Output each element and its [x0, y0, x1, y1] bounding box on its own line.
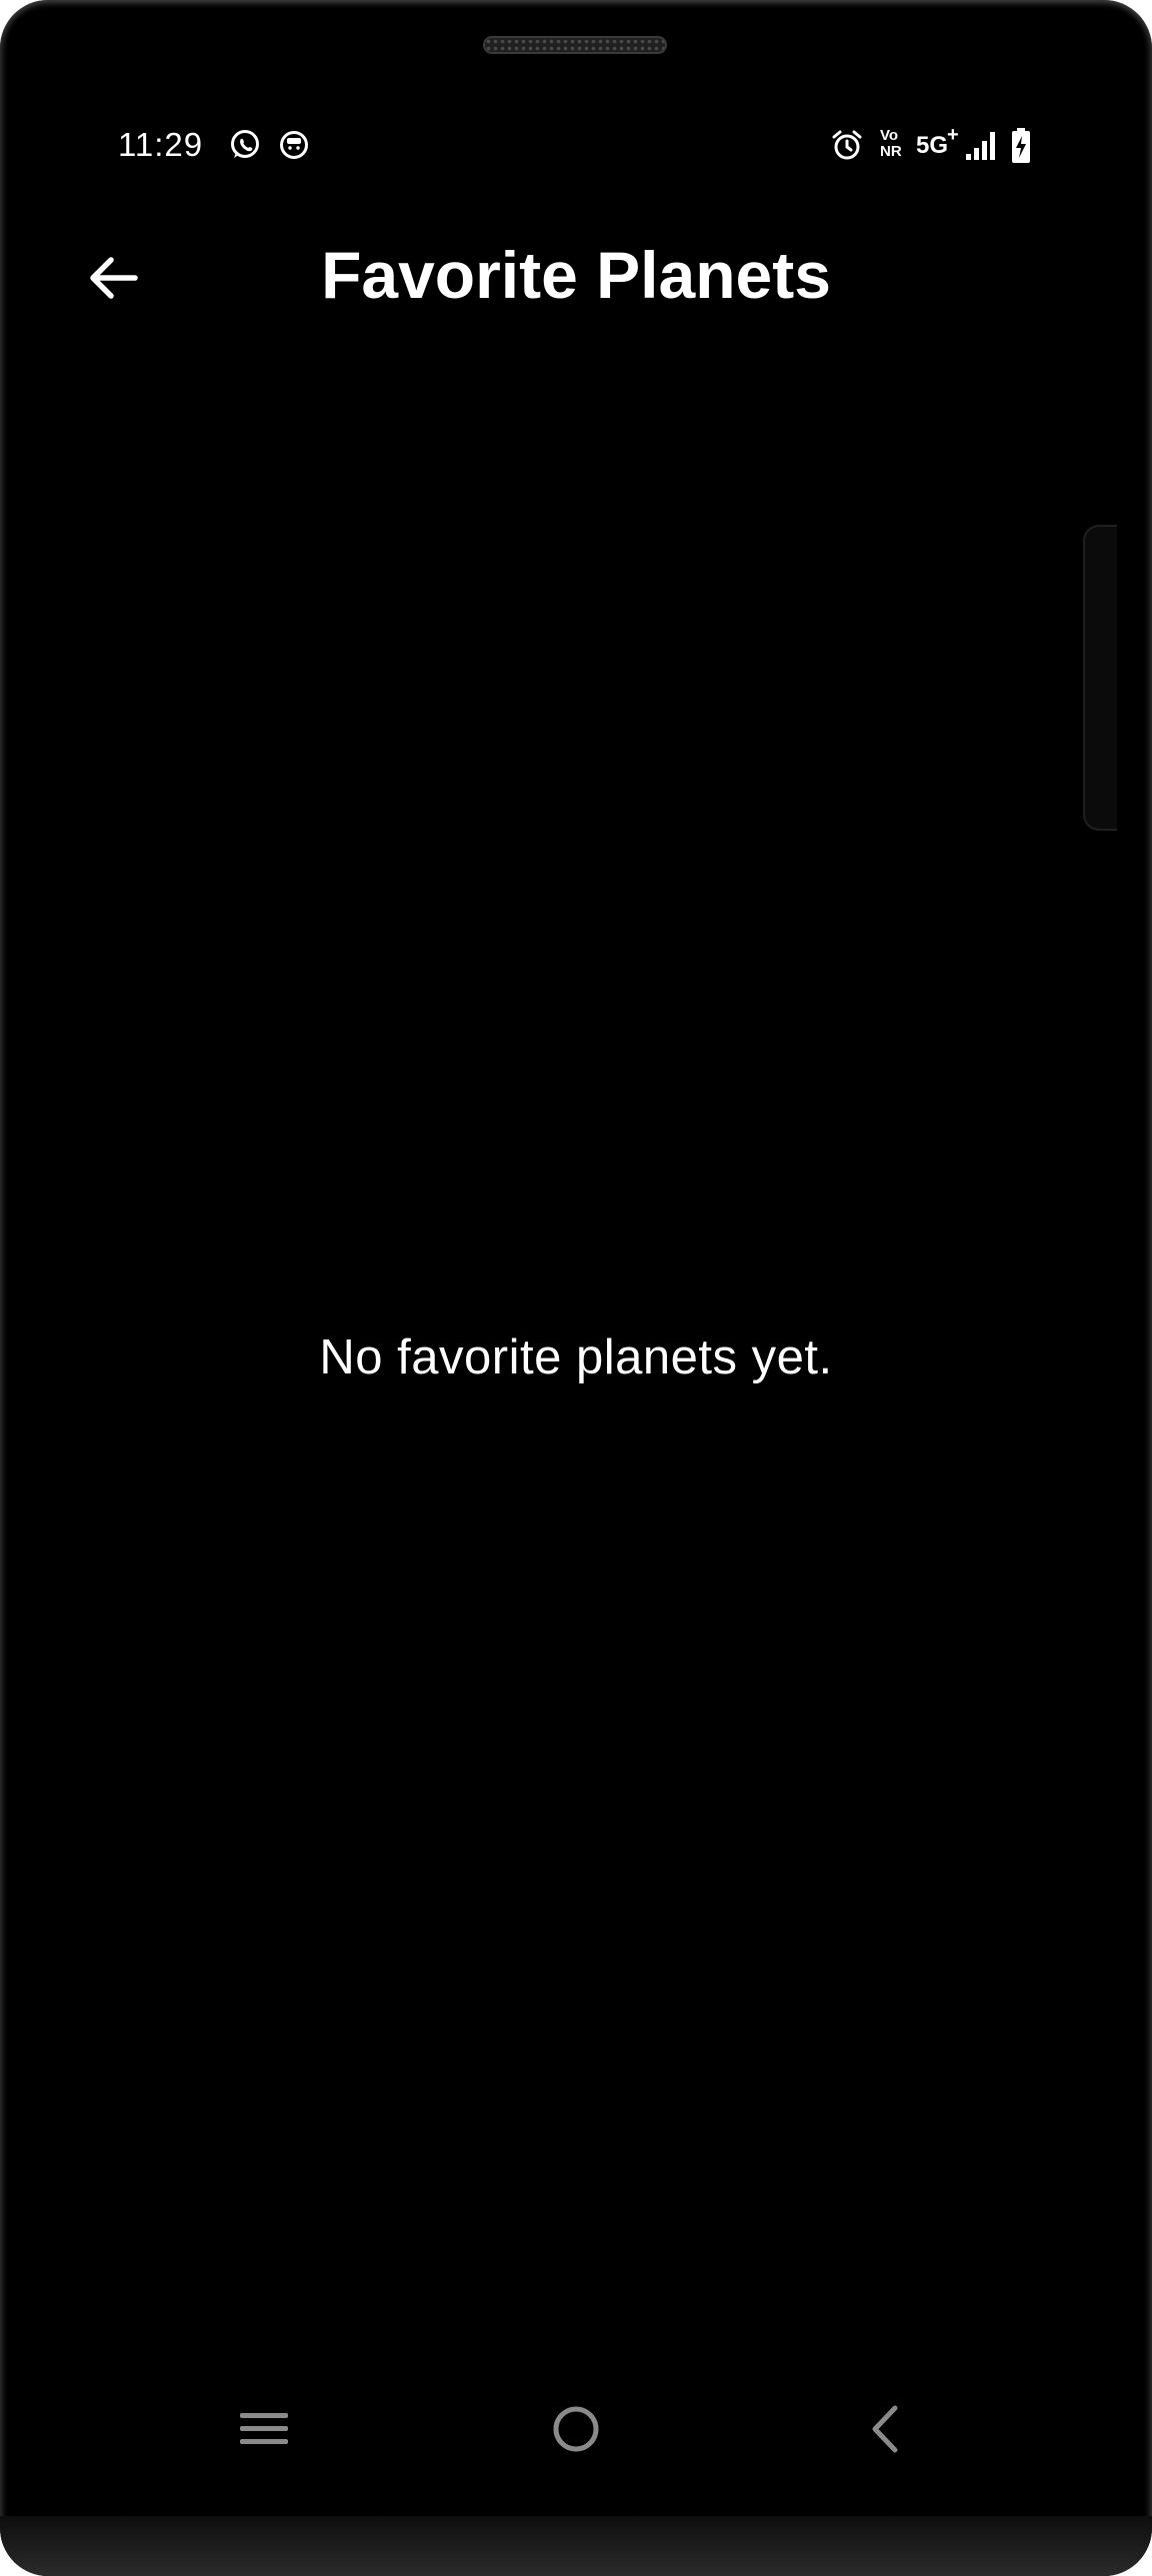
earpiece-speaker — [483, 36, 667, 54]
battery-charging-icon — [1010, 128, 1032, 163]
recents-button[interactable] — [219, 2389, 309, 2469]
app-bar: Favorite Planets — [0, 220, 1152, 330]
network-label: 5G — [916, 132, 949, 159]
5g-plus-icon: 5G + — [916, 124, 962, 164]
vonr-top-text: Vo — [880, 127, 899, 144]
back-icon — [872, 2405, 898, 2453]
phone-frame: 11:29 Vo NR 5G + Favorite Planets No fav… — [0, 0, 1152, 2576]
status-bar: 11:29 Vo NR 5G + — [118, 120, 1038, 172]
system-back-button[interactable] — [840, 2389, 930, 2469]
home-icon — [553, 2406, 599, 2452]
home-button[interactable] — [531, 2389, 621, 2469]
system-navigation-bar — [0, 2379, 1152, 2479]
empty-state-message: No favorite planets yet. — [319, 1330, 833, 1384]
signal-icon — [964, 128, 1000, 162]
page-title: Favorite Planets — [321, 238, 831, 312]
bottom-bezel — [0, 2516, 1152, 2576]
alarm-icon — [830, 128, 864, 162]
whatsapp-icon — [228, 128, 262, 162]
vonr-icon: Vo NR — [880, 128, 906, 164]
recents-icon — [240, 2413, 288, 2444]
side-button — [1083, 525, 1117, 831]
status-time: 11:29 — [118, 126, 204, 163]
vonr-bottom-text: NR — [880, 143, 902, 160]
notification-app-icon — [277, 128, 311, 162]
network-plus: + — [947, 124, 959, 146]
